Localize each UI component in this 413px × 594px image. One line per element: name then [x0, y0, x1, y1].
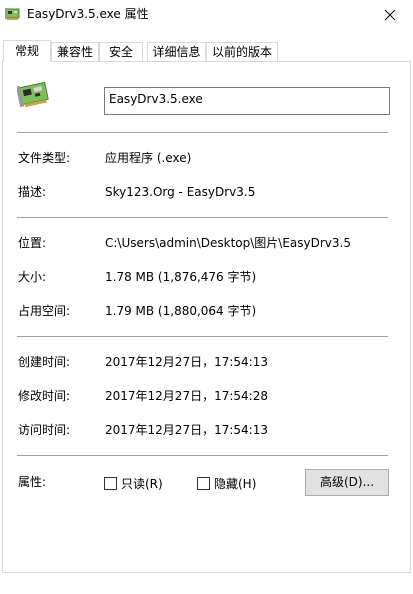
file-type-value: 应用程序 (.exe): [105, 151, 192, 165]
accessed-label: 访问时间:: [18, 423, 71, 437]
separator: [17, 217, 388, 218]
window-title: EasyDrv3.5.exe 属性: [27, 7, 149, 21]
file-type-label: 文件类型:: [18, 151, 71, 165]
modified-value: 2017年12月27日，17:54:28: [105, 389, 268, 403]
separator: [17, 455, 388, 456]
file-name-field[interactable]: EasyDrv3.5.exe: [104, 87, 390, 115]
size-value: 1.78 MB (1,876,476 字节): [105, 270, 257, 284]
circuit-board-icon: [15, 79, 51, 111]
created-value: 2017年12月27日，17:54:13: [105, 355, 268, 369]
readonly-checkbox[interactable]: 只读(R): [104, 477, 163, 491]
attributes-label: 属性:: [18, 475, 47, 489]
tab-details[interactable]: 详细信息: [147, 42, 206, 61]
close-icon: [384, 9, 396, 21]
title-bar[interactable]: EasyDrv3.5.exe 属性: [0, 0, 413, 30]
close-button[interactable]: [367, 0, 413, 30]
tab-previous-versions[interactable]: 以前的版本: [206, 42, 278, 61]
separator: [17, 132, 388, 133]
tab-strip: 常规 兼容性 安全 详细信息 以前的版本: [0, 40, 413, 62]
checkbox-box[interactable]: [104, 477, 117, 490]
created-label: 创建时间:: [18, 355, 71, 369]
readonly-label: 只读(R): [121, 477, 163, 491]
circuit-board-icon: [5, 7, 21, 21]
hidden-checkbox[interactable]: 隐藏(H): [197, 477, 256, 491]
size-on-disk-label: 占用空间:: [18, 304, 71, 318]
modified-label: 修改时间:: [18, 389, 71, 403]
description-label: 描述:: [18, 185, 47, 199]
tab-compatibility[interactable]: 兼容性: [51, 42, 99, 61]
checkbox-box[interactable]: [197, 477, 210, 490]
tab-general[interactable]: 常规: [3, 40, 51, 62]
hidden-label: 隐藏(H): [214, 477, 257, 491]
tab-security[interactable]: 安全: [99, 42, 143, 61]
advanced-button[interactable]: 高级(D)...: [305, 469, 389, 496]
accessed-value: 2017年12月27日，17:54:13: [105, 423, 268, 437]
location-value: C:\Users\admin\Desktop\图片\EasyDrv3.5: [105, 236, 351, 250]
separator: [17, 336, 388, 337]
size-on-disk-value: 1.79 MB (1,880,064 字节): [105, 304, 257, 318]
location-label: 位置:: [18, 236, 47, 250]
size-label: 大小:: [18, 270, 47, 284]
description-value: Sky123.Org - EasyDrv3.5: [105, 185, 256, 199]
